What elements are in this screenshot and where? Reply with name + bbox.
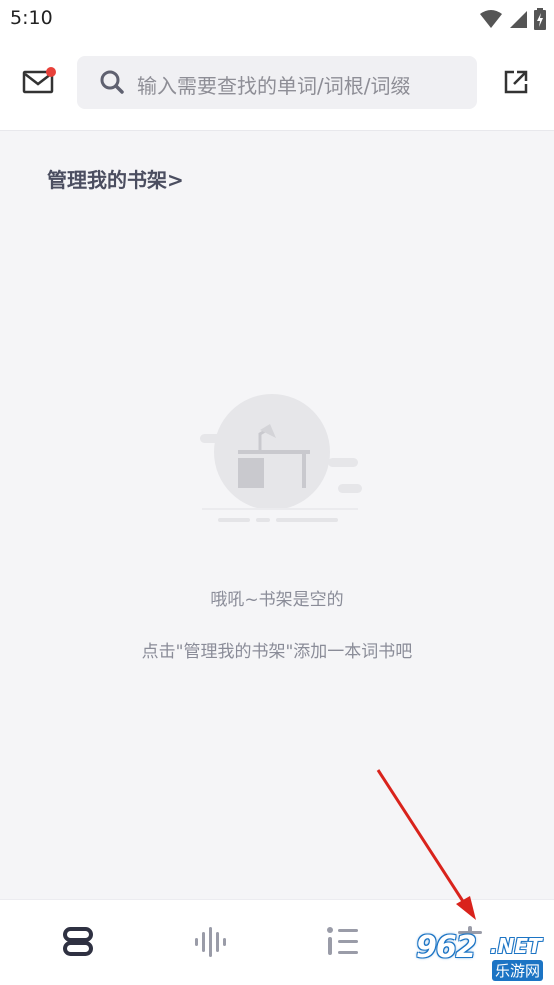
share-button[interactable] bbox=[503, 69, 529, 95]
search-icon bbox=[100, 70, 124, 94]
status-icons bbox=[480, 8, 546, 30]
mail-button[interactable] bbox=[22, 66, 58, 96]
manage-bookshelf-link[interactable]: 管理我的书架> bbox=[47, 164, 184, 193]
watermark-number: 962 bbox=[416, 930, 477, 965]
tab-bookshelf[interactable] bbox=[10, 900, 148, 985]
search-placeholder: 输入需要查找的单词/词根/词缀 bbox=[137, 74, 411, 98]
audio-wave-icon bbox=[195, 927, 226, 957]
tab-list[interactable] bbox=[274, 900, 412, 985]
battery-charging-icon bbox=[534, 8, 546, 30]
unread-dot bbox=[46, 67, 56, 77]
share-icon bbox=[504, 70, 528, 94]
mail-icon bbox=[22, 67, 56, 94]
tab-listen[interactable] bbox=[142, 900, 280, 985]
status-bar: 5:10 bbox=[0, 0, 554, 38]
bookshelf-icon bbox=[63, 927, 93, 956]
empty-state-title: 哦吼~书架是空的 bbox=[210, 590, 344, 610]
signal-icon bbox=[510, 11, 527, 28]
watermark-site: 乐游网 bbox=[492, 960, 544, 981]
header: 输入需要查找的单词/词根/词缀 bbox=[0, 38, 554, 131]
search-input[interactable]: 输入需要查找的单词/词根/词缀 bbox=[77, 56, 477, 109]
watermark-domain: .NET bbox=[490, 934, 542, 958]
empty-desk-illustration bbox=[200, 394, 362, 522]
empty-state-hint: 点击"管理我的书架"添加一本词书吧 bbox=[141, 642, 413, 662]
wifi-icon bbox=[480, 10, 502, 28]
site-watermark: 962 .NET 乐游网 bbox=[412, 928, 548, 981]
status-time: 5:10 bbox=[10, 7, 53, 29]
list-icon bbox=[327, 927, 358, 955]
